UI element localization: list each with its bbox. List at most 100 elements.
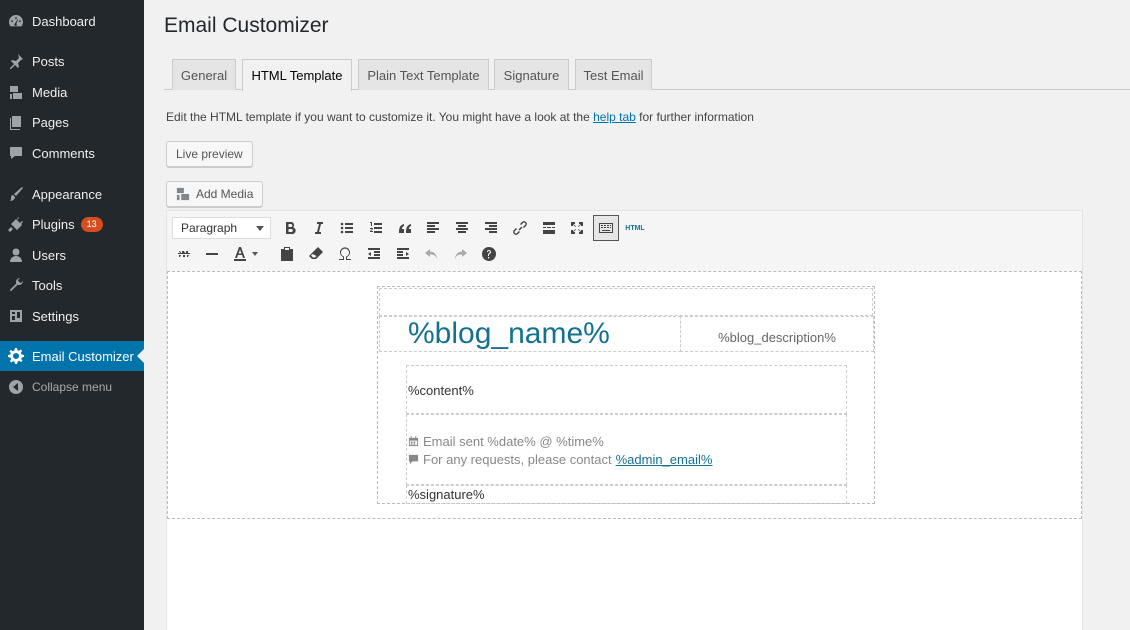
blog-description-text: %blog_description% [718,329,836,345]
sidebar-item-label: Settings [32,308,79,324]
sidebar-item-email-customizer[interactable]: Email Customizer [0,341,144,371]
sidebar-item-label: Posts [32,53,65,69]
tools-icon [0,277,32,293]
special-character-icon[interactable] [333,242,357,266]
help-icon[interactable] [477,242,501,266]
main-content: Email Customizer General HTML Template P… [144,0,1130,630]
sidebar-item-label: Appearance [32,186,103,202]
add-media-label: Add Media [196,187,254,201]
sidebar-item-comments[interactable]: Comments [0,138,144,168]
page-title: Email Customizer [164,14,329,37]
tab-html-template[interactable]: HTML Template [242,59,352,91]
dashboard-icon [0,13,32,29]
pin-icon [0,53,32,69]
gear-icon [0,348,32,364]
collapse-icon [0,379,32,395]
blog-description-placeholder: %blog_description% [680,316,874,352]
format-select-value: Paragraph [181,221,238,235]
toolbar-toggle-icon[interactable] [593,215,619,241]
help-tab-link[interactable]: help tab [593,110,636,124]
comments-icon [0,145,32,161]
email-sent-line: Email sent %date% @ %time% [408,432,846,450]
paste-text-icon[interactable] [275,242,299,266]
numbered-list-icon[interactable] [364,216,388,240]
sidebar-item-label: Comments [32,145,95,161]
outdent-icon[interactable] [362,242,386,266]
undo-icon[interactable] [420,242,444,266]
appearance-icon [0,186,32,202]
tab-plain-text-template[interactable]: Plain Text Template [358,59,489,90]
tab-test-email[interactable]: Test Email [575,59,652,90]
requests-text: For any requests, please contact [423,451,612,467]
email-sent-text: Email sent %date% @ %time% [423,433,604,449]
admin-sidebar: Dashboard Posts Media Pages Comments App… [0,0,144,630]
sidebar-item-label: Dashboard [32,13,96,29]
align-left-icon[interactable] [421,216,445,240]
tab-general[interactable]: General [172,59,236,90]
add-media-button[interactable]: Add Media [166,181,264,207]
admin-email-link[interactable]: %admin_email% [616,452,713,467]
sidebar-item-dashboard[interactable]: Dashboard [0,6,144,36]
sidebar-item-users[interactable]: Users [0,240,144,270]
intro-text: Edit the HTML template if you want to cu… [166,110,754,124]
tab-bar: General HTML Template Plain Text Templat… [164,59,1130,91]
horizontal-line-icon[interactable] [200,242,224,266]
chevron-down-icon [252,252,258,256]
strikethrough-icon[interactable] [172,242,196,266]
fullscreen-icon[interactable] [565,216,589,240]
link-icon[interactable] [508,216,532,240]
blog-name-placeholder: %blog_name% [379,316,681,352]
template-footer: Email sent %date% @ %time% For any reque… [406,414,847,485]
content-placeholder: %content% [406,365,847,414]
tinymce-editor: Paragraph HTML %blog_name% %blog_descrip… [166,210,1083,630]
pages-icon [0,114,32,130]
sidebar-item-media[interactable]: Media [0,77,144,107]
align-right-icon[interactable] [479,216,503,240]
blockquote-icon[interactable] [393,216,417,240]
update-count-badge: 13 [80,216,103,232]
sidebar-item-label: Collapse menu [32,380,113,394]
sidebar-item-pages[interactable]: Pages [0,107,144,137]
html-icon[interactable]: HTML [622,216,648,240]
read-more-icon[interactable] [537,216,561,240]
template-header-spacer [379,288,873,316]
align-center-icon[interactable] [450,216,474,240]
intro-text-start: Edit the HTML template if you want to cu… [166,110,594,124]
add-media-icon [176,187,190,201]
requests-line: For any requests, please contact %admin_… [408,450,846,468]
format-select[interactable]: Paragraph [172,217,271,239]
collapse-menu-button[interactable]: Collapse menu [0,372,144,402]
sidebar-item-label: Email Customizer [32,348,134,364]
bold-icon[interactable] [278,216,302,240]
chevron-down-icon [256,226,264,231]
italic-icon[interactable] [306,216,330,240]
users-icon [0,247,32,263]
text-color-dropdown[interactable] [249,242,261,266]
plugins-icon [0,216,32,232]
tab-signature[interactable]: Signature [494,59,569,90]
sidebar-item-tools[interactable]: Tools [0,270,144,300]
settings-icon [0,308,32,324]
sidebar-item-posts[interactable]: Posts [0,46,144,76]
clear-formatting-icon[interactable] [304,242,328,266]
sidebar-item-label: Media [32,84,68,100]
editor-content-area[interactable]: %blog_name% %blog_description% %content%… [167,271,1082,519]
live-preview-label: Live preview [176,147,243,161]
redo-icon[interactable] [448,242,472,266]
sidebar-item-settings[interactable]: Settings [0,301,144,331]
bullet-list-icon[interactable] [335,216,359,240]
sidebar-item-label: Tools [32,277,63,293]
intro-text-end: for further information [635,110,754,124]
sidebar-item-appearance[interactable]: Appearance [0,179,144,209]
indent-icon[interactable] [391,242,415,266]
live-preview-button[interactable]: Live preview [166,141,253,167]
signature-placeholder: %signature% [406,485,847,504]
email-template-table: %blog_name% %blog_description% %content%… [377,286,875,504]
sidebar-item-plugins[interactable]: Plugins 13 [0,209,144,239]
calendar-icon [408,435,419,446]
sidebar-item-label: Plugins [32,216,75,232]
editor-toolbar: Paragraph HTML [167,211,1082,271]
sidebar-item-label: Pages [32,114,69,130]
sidebar-item-label: Users [32,247,66,263]
speech-bubble-icon [408,454,419,464]
